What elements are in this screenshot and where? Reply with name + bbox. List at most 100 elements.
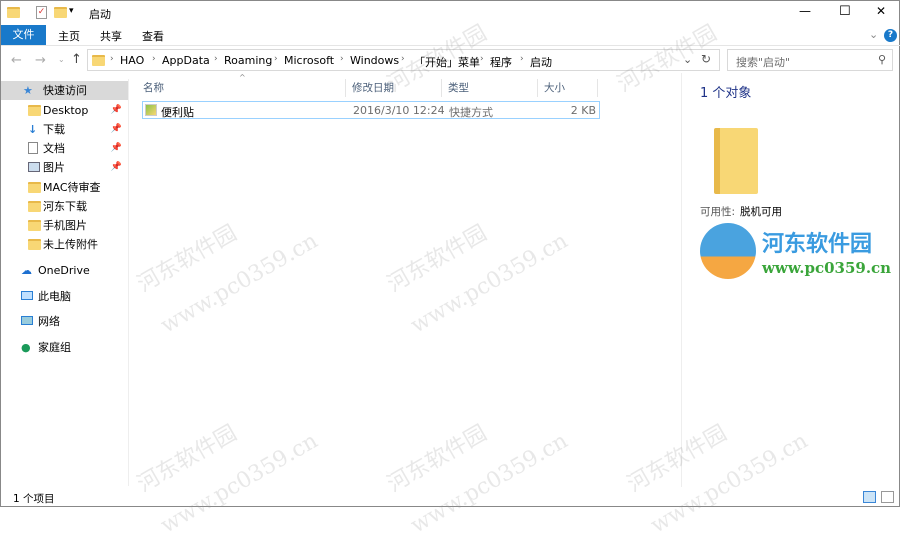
column-header-size[interactable]: 大小 bbox=[538, 79, 598, 97]
new-folder-icon[interactable] bbox=[54, 7, 67, 18]
breadcrumb-item[interactable]: Windows bbox=[350, 54, 399, 67]
download-icon: ↓ bbox=[28, 123, 38, 136]
file-row[interactable]: 便利贴 2016/3/10 12:24 快捷方式 2 KB bbox=[142, 101, 600, 119]
recent-locations-icon[interactable]: ⌄ bbox=[58, 55, 65, 64]
sidebar-item-label: Desktop bbox=[43, 104, 89, 117]
folder-icon bbox=[28, 105, 41, 116]
column-header-type[interactable]: 类型 bbox=[442, 79, 538, 97]
sidebar-item-this-pc[interactable]: 此电脑 bbox=[1, 287, 128, 306]
sidebar-item-label: 未上传附件 bbox=[43, 238, 98, 251]
pin-icon[interactable]: 📌 bbox=[111, 101, 122, 120]
watermark: www.pc0359.cn bbox=[406, 428, 573, 539]
sidebar-item-desktop[interactable]: Desktop 📌 bbox=[1, 101, 128, 120]
column-header-name[interactable]: 名称 bbox=[137, 79, 346, 97]
large-icons-view-button[interactable] bbox=[881, 491, 894, 503]
file-name: 便利贴 bbox=[161, 106, 194, 119]
file-type: 快捷方式 bbox=[449, 106, 493, 119]
folder-icon bbox=[28, 239, 41, 250]
homegroup-icon: ● bbox=[21, 341, 31, 354]
star-icon: ★ bbox=[23, 84, 33, 97]
sidebar-item-label: 文档 bbox=[43, 142, 65, 155]
file-size: 2 KB bbox=[570, 104, 596, 117]
status-bar: 1 个项目 bbox=[1, 488, 900, 508]
item-count: 1 个项目 bbox=[13, 493, 55, 505]
search-input[interactable]: 搜索"启动" ⚲ bbox=[727, 49, 893, 71]
cloud-icon: ☁ bbox=[21, 264, 32, 277]
sidebar-item-folder[interactable]: 未上传附件 bbox=[1, 235, 128, 254]
sidebar-item-label: MAC待审查 bbox=[43, 181, 101, 194]
expand-ribbon-icon[interactable]: ⌄ bbox=[869, 28, 878, 41]
folder-icon bbox=[7, 7, 20, 18]
availability-label: 可用性: bbox=[700, 206, 736, 218]
pin-icon[interactable]: 📌 bbox=[111, 120, 122, 139]
address-dropdown-icon[interactable]: ⌄ bbox=[683, 53, 692, 66]
computer-icon bbox=[21, 291, 33, 300]
back-button[interactable]: ← bbox=[11, 53, 22, 68]
tab-view[interactable]: 查看 bbox=[142, 28, 164, 44]
details-pane: 1 个对象 可用性: 脱机可用 河东软件园 www.pc0359.cn bbox=[681, 73, 900, 487]
file-date: 2016/3/10 12:24 bbox=[353, 104, 445, 117]
up-button[interactable]: ↑ bbox=[71, 52, 82, 67]
sidebar-item-folder[interactable]: 手机图片 bbox=[1, 216, 128, 235]
watermark: 河东软件园 bbox=[383, 220, 492, 298]
address-bar[interactable]: › HAO › AppData › Roaming › Microsoft › Windo… bbox=[87, 49, 720, 71]
logo-url: www.pc0359.cn bbox=[762, 259, 892, 277]
sidebar-item-label: 网络 bbox=[38, 315, 60, 328]
watermark: www.pc0359.cn bbox=[156, 228, 323, 339]
availability-value: 脱机可用 bbox=[740, 206, 782, 218]
column-header-date[interactable]: 修改日期 bbox=[346, 79, 442, 97]
sidebar-item-folder[interactable]: 河东下载 bbox=[1, 197, 128, 216]
search-placeholder: 搜索"启动" bbox=[736, 56, 791, 69]
shortcut-icon bbox=[145, 104, 157, 116]
sidebar-item-label: 手机图片 bbox=[43, 219, 87, 232]
minimize-button[interactable]: — bbox=[799, 4, 811, 18]
document-icon bbox=[28, 142, 38, 154]
tab-home[interactable]: 主页 bbox=[58, 28, 80, 44]
sidebar-item-downloads[interactable]: ↓ 下载 📌 bbox=[1, 120, 128, 139]
sidebar-item-homegroup[interactable]: ● 家庭组 bbox=[1, 338, 128, 357]
sidebar-item-label: 家庭组 bbox=[38, 341, 71, 354]
customize-qat-icon[interactable]: ▾ bbox=[69, 6, 74, 16]
logo-name: 河东软件园 bbox=[762, 232, 873, 257]
breadcrumb-item[interactable]: AppData bbox=[162, 54, 210, 67]
maximize-button[interactable]: ☐ bbox=[839, 4, 851, 19]
breadcrumb-item[interactable]: Roaming bbox=[224, 54, 272, 67]
details-view-button[interactable] bbox=[863, 491, 876, 503]
sidebar-item-quick-access[interactable]: ★ 快速访问 bbox=[1, 81, 128, 100]
sidebar-item-onedrive[interactable]: ☁ OneDrive bbox=[1, 261, 128, 280]
window-title: 启动 bbox=[89, 8, 111, 21]
sidebar-item-folder[interactable]: MAC待审查 bbox=[1, 178, 128, 197]
close-button[interactable]: ✕ bbox=[876, 4, 886, 18]
breadcrumb-item[interactable]: HAO bbox=[120, 54, 144, 67]
properties-icon[interactable]: ✓ bbox=[36, 6, 47, 19]
network-icon bbox=[21, 316, 33, 325]
pin-icon[interactable]: 📌 bbox=[111, 158, 122, 177]
tab-share[interactable]: 共享 bbox=[100, 28, 122, 44]
watermark: www.pc0359.cn bbox=[406, 228, 573, 339]
folder-icon bbox=[28, 220, 41, 231]
breadcrumb-item[interactable]: 启动 bbox=[530, 54, 552, 70]
folder-icon bbox=[28, 182, 41, 193]
folder-icon bbox=[28, 201, 41, 212]
watermark: 河东软件园 bbox=[383, 420, 492, 498]
breadcrumb-item[interactable]: 「开始」菜单 bbox=[414, 54, 480, 70]
forward-button[interactable]: → bbox=[35, 53, 46, 68]
tab-file[interactable]: 文件 bbox=[1, 25, 46, 45]
large-folder-icon bbox=[714, 128, 758, 194]
sidebar-item-pictures[interactable]: 图片 📌 bbox=[1, 158, 128, 177]
pin-icon[interactable]: 📌 bbox=[111, 139, 122, 158]
title-bar: ✓ ▾ 启动 — ☐ ✕ bbox=[1, 1, 900, 25]
sidebar-item-label: 此电脑 bbox=[38, 290, 71, 303]
sidebar-item-label: 图片 bbox=[43, 161, 65, 174]
ribbon: 文件 主页 共享 查看 ⌄ ? bbox=[1, 25, 900, 45]
watermark: www.pc0359.cn bbox=[156, 428, 323, 539]
sidebar-item-network[interactable]: 网络 bbox=[1, 312, 128, 331]
search-icon: ⚲ bbox=[877, 53, 886, 66]
sidebar-item-documents[interactable]: 文档 📌 bbox=[1, 139, 128, 158]
sidebar-item-label: 河东下载 bbox=[43, 200, 87, 213]
refresh-icon[interactable]: ↻ bbox=[701, 52, 711, 66]
help-icon[interactable]: ? bbox=[884, 29, 897, 42]
logo-icon bbox=[700, 223, 756, 279]
breadcrumb-item[interactable]: 程序 bbox=[490, 54, 512, 70]
breadcrumb-item[interactable]: Microsoft bbox=[284, 54, 334, 67]
